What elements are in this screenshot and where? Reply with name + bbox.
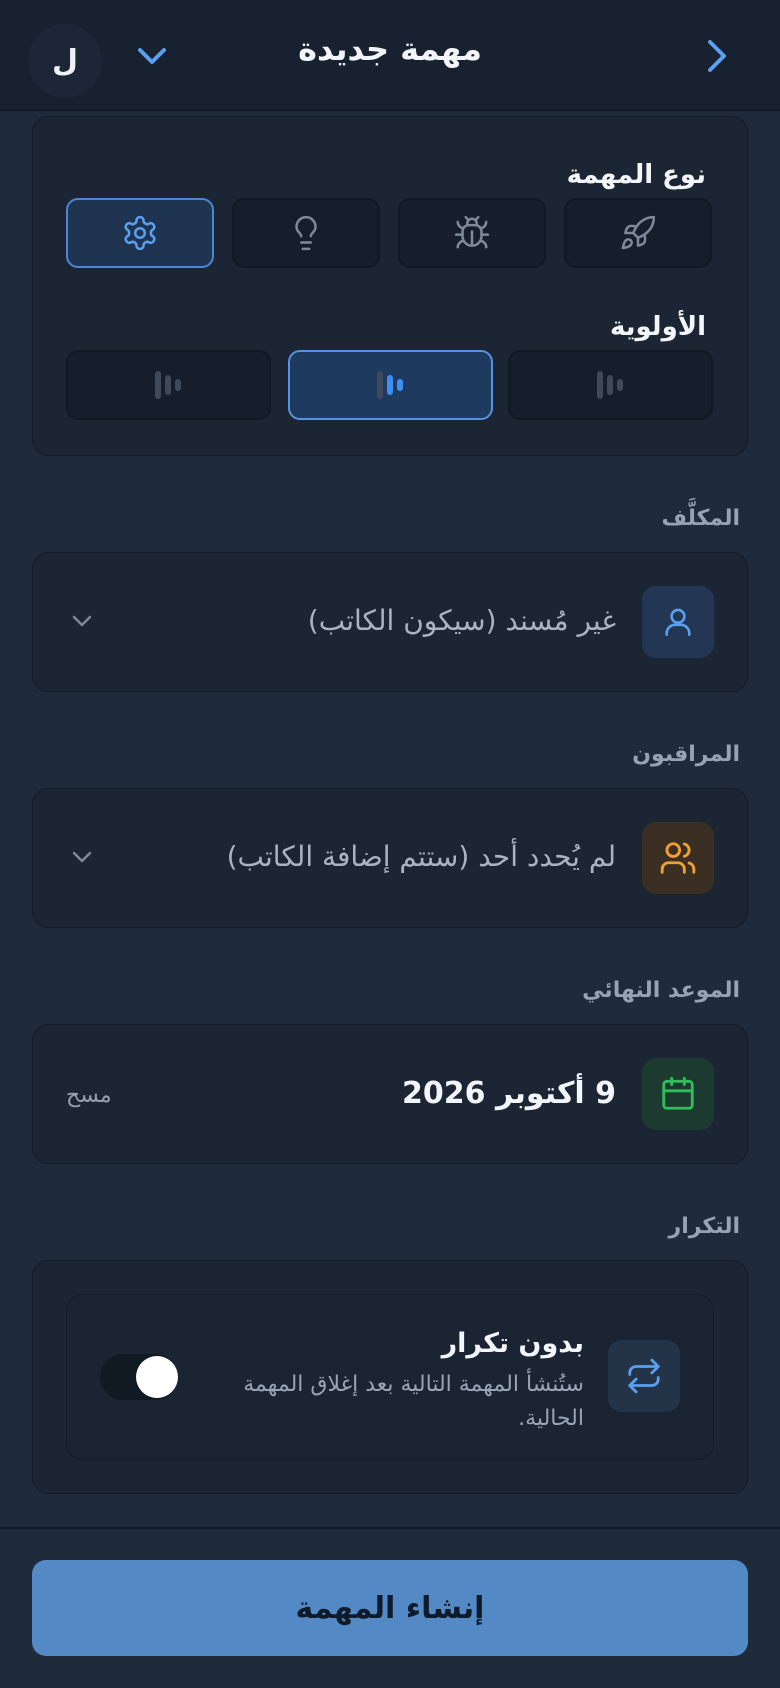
priority-option-low[interactable]	[508, 350, 713, 420]
deadline-icon-box	[642, 1058, 714, 1130]
bug-icon	[454, 215, 490, 249]
recurrence-description: ستُنشأ المهمة التالية بعد إغلاق المهمة ا…	[243, 1372, 584, 1431]
top-bar: ل مهمة جديدة	[0, 0, 780, 111]
watchers-value: لم يُحدد أحد (ستتم إضافة الكاتب)	[226, 840, 616, 873]
lightbulb-icon	[295, 215, 317, 251]
recurrence-label: التكرار	[668, 1214, 740, 1239]
assignee-value: غير مُسند (سيكون الكاتب)	[307, 604, 616, 637]
recurrence-title: بدون تكرار	[441, 1328, 584, 1359]
repeat-icon	[628, 1358, 660, 1394]
type-option-rocket[interactable]	[564, 198, 712, 268]
type-option-bug[interactable]	[398, 198, 546, 268]
deadline-value: 9 أكتوبر 2026	[402, 1076, 616, 1111]
user-icon	[665, 608, 691, 637]
recurrence-icon-box	[608, 1340, 680, 1412]
chevron-down-icon	[72, 851, 92, 863]
create-task-button[interactable]: إنشاء المهمة	[32, 1560, 748, 1656]
priority-bars-icon	[154, 371, 181, 399]
watchers-icon-box	[642, 822, 714, 894]
footer-divider	[0, 1527, 780, 1529]
assignee-label: المكلَّف	[661, 506, 740, 531]
recurrence-toggle[interactable]	[100, 1354, 178, 1400]
priority-label: الأولوية	[609, 312, 706, 342]
assignee-icon-box	[642, 586, 714, 658]
page-title: مهمة جديدة	[298, 30, 482, 68]
deadline-label: الموعد النهائي	[582, 978, 740, 1003]
task-type-label: نوع المهمة	[566, 160, 706, 190]
toggle-knob	[136, 1356, 178, 1398]
priority-option-high[interactable]	[66, 350, 271, 420]
rocket-icon	[621, 215, 656, 250]
type-option-idea[interactable]	[232, 198, 380, 268]
chevron-right-icon[interactable]	[700, 36, 734, 76]
priority-bars-icon	[376, 371, 403, 399]
priority-option-medium[interactable]	[288, 350, 493, 420]
deadline-field[interactable]	[32, 1024, 748, 1164]
type-option-settings[interactable]	[66, 198, 214, 268]
chevron-down-icon	[72, 615, 92, 627]
calendar-icon	[662, 1076, 694, 1110]
watchers-label: المراقبون	[632, 742, 740, 767]
users-icon	[660, 842, 696, 874]
priority-bars-icon	[596, 371, 623, 399]
gear-icon	[124, 215, 156, 251]
clear-deadline-button[interactable]: مسح	[66, 1083, 112, 1108]
